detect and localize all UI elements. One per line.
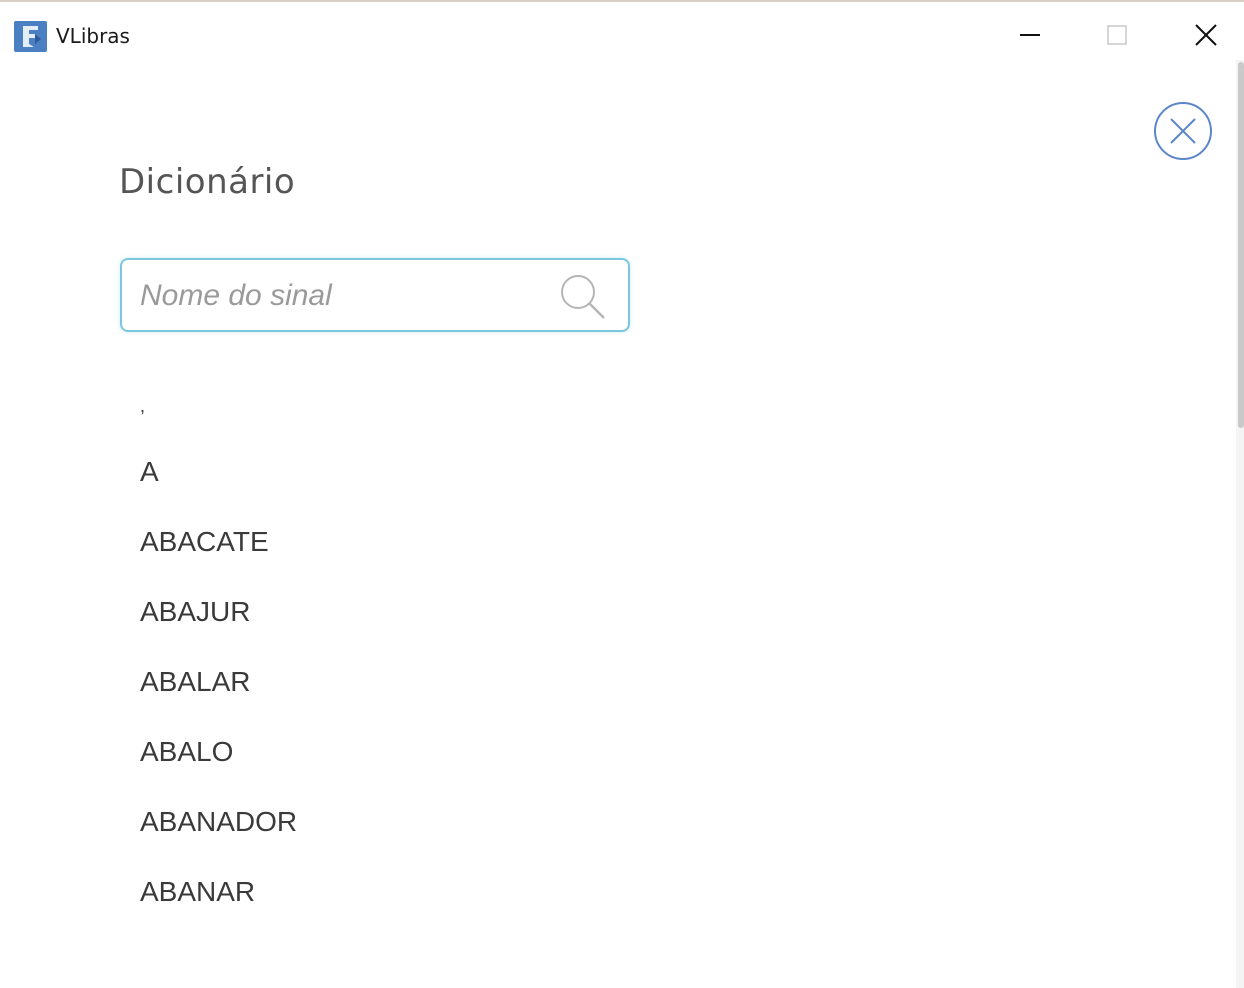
title-bar[interactable]: VLibras (0, 2, 1244, 60)
list-item[interactable]: ABAJUR (140, 596, 250, 628)
circle-close-icon (1154, 102, 1212, 160)
list-item[interactable]: ABACATE (140, 526, 269, 558)
page-title: Dicionário (119, 162, 296, 202)
minimize-icon (1020, 34, 1040, 36)
close-dictionary-button[interactable] (1152, 100, 1214, 162)
vlibras-window: VLibras Dicionário Nome do sinal , A ABA… (0, 0, 1244, 988)
search-icon[interactable] (558, 272, 608, 322)
list-item[interactable]: ABALAR (140, 666, 251, 698)
close-icon (1195, 24, 1217, 46)
vlibras-logo-icon (14, 21, 47, 52)
list-item[interactable]: ABANADOR (140, 806, 297, 838)
list-item[interactable]: , (140, 396, 145, 417)
search-box[interactable] (120, 258, 630, 332)
minimize-button[interactable] (1000, 10, 1060, 60)
scrollbar-thumb[interactable] (1238, 62, 1244, 428)
list-item[interactable]: ABALO (140, 736, 233, 768)
close-window-button[interactable] (1176, 10, 1236, 60)
search-input[interactable] (140, 272, 550, 320)
maximize-icon (1107, 25, 1127, 45)
window-title: VLibras (56, 24, 130, 48)
list-item[interactable]: A (140, 456, 159, 488)
maximize-button[interactable] (1087, 10, 1147, 60)
list-item[interactable]: ABANAR (140, 876, 255, 908)
